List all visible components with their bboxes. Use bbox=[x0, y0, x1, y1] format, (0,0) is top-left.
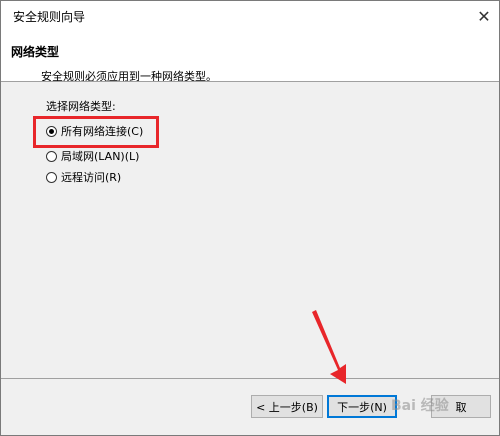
watermark: Bai 经验 bbox=[391, 398, 449, 414]
radio-lan[interactable]: 局域网(LAN)(L) bbox=[46, 147, 139, 165]
radio-button[interactable] bbox=[46, 150, 57, 162]
close-button[interactable]: ✕ bbox=[469, 1, 499, 31]
network-type-label: 选择网络类型: bbox=[46, 100, 116, 113]
radio-remote-access[interactable]: 远程访问(R) bbox=[46, 168, 121, 186]
page-title: 网络类型 bbox=[11, 45, 60, 59]
back-button[interactable]: < 上一步(B) bbox=[251, 395, 323, 418]
radio-button[interactable] bbox=[46, 171, 57, 183]
title-bar: 安全规则向导 ✕ bbox=[1, 1, 499, 31]
annotation-highlight-box bbox=[33, 116, 159, 148]
window-title: 安全规则向导 bbox=[13, 10, 86, 24]
wizard-header: 网络类型 安全规则必须应用到一种网络类型。 bbox=[1, 31, 499, 83]
security-rule-wizard-window: 安全规则向导 ✕ 网络类型 安全规则必须应用到一种网络类型。 选择网络类型: 所… bbox=[0, 0, 500, 436]
radio-label-lan: 局域网(LAN)(L) bbox=[61, 150, 140, 163]
close-icon: ✕ bbox=[477, 6, 491, 26]
next-button[interactable]: 下一步(N) bbox=[327, 395, 397, 418]
footer-divider bbox=[1, 378, 499, 379]
radio-label-remote-access: 远程访问(R) bbox=[61, 171, 122, 184]
